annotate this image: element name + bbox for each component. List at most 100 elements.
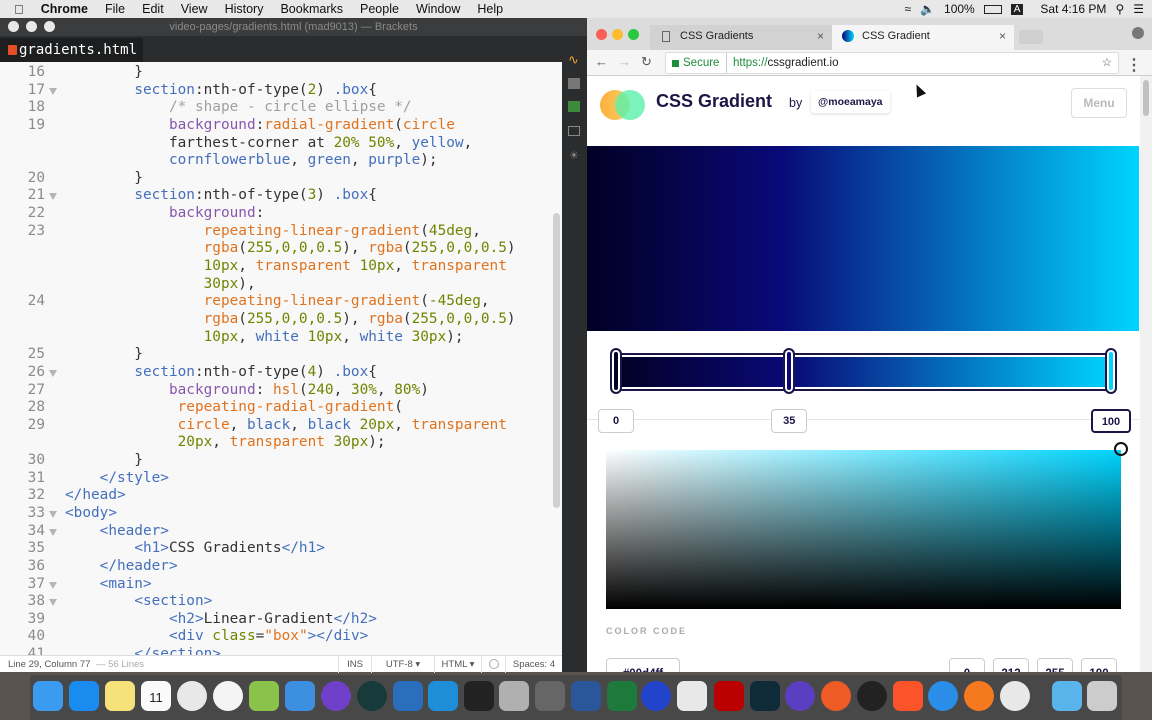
code-line[interactable]: 26 section:nth-of-type(4) .box{ <box>0 364 562 382</box>
indent-spaces[interactable]: Spaces: 4 <box>505 656 562 673</box>
alpha-input[interactable]: 100 <box>1081 658 1117 672</box>
chrome-close-button[interactable] <box>596 29 607 40</box>
dock-word-icon[interactable] <box>571 681 601 711</box>
extension-manager-icon[interactable] <box>568 78 580 89</box>
gradient-stop-handle[interactable] <box>610 348 622 394</box>
encoding-select[interactable]: UTF-8 ▾ <box>371 656 434 673</box>
author-link[interactable]: @moeamaya <box>811 91 890 113</box>
dock-sequel-pro-icon[interactable] <box>535 681 565 711</box>
tab-css-gradient[interactable]: CSS Gradient × <box>832 25 1014 50</box>
code-line[interactable]: 35 <h1>CSS Gradients</h1> <box>0 540 562 558</box>
code-line[interactable]: 40 <div class="box"></div> <box>0 628 562 646</box>
close-window-button[interactable] <box>8 21 19 32</box>
code-line[interactable]: 16 } <box>0 64 562 82</box>
bookmark-star-icon[interactable]: ☆ <box>1102 53 1112 73</box>
new-tab-button[interactable] <box>1019 30 1043 44</box>
menu-app-name[interactable]: Chrome <box>32 2 96 16</box>
dock-brackets-icon[interactable] <box>428 681 458 711</box>
code-line[interactable]: farthest-corner at 20% 50%, yellow, <box>0 135 562 153</box>
dock-calendar-icon[interactable]: 11 <box>141 681 171 711</box>
code-line[interactable]: 36 </header> <box>0 558 562 576</box>
code-line[interactable]: 10px, transparent 10px, transparent <box>0 258 562 276</box>
code-line[interactable]: 22 background: <box>0 205 562 223</box>
fold-toggle-icon[interactable] <box>49 193 57 201</box>
code-line[interactable]: rgba(255,0,0,0.5), rgba(255,0,0,0.5) <box>0 240 562 258</box>
insert-mode[interactable]: INS <box>338 656 371 673</box>
dock-brave-icon[interactable] <box>893 681 923 711</box>
chrome-menu-icon[interactable]: ⋮ <box>1126 55 1142 75</box>
dock-postman-icon[interactable] <box>821 681 851 711</box>
file-tab-gradients-html[interactable]: gradients.html <box>0 38 143 62</box>
code-line[interactable]: 20 } <box>0 170 562 188</box>
bulb-icon[interactable]: ☀ <box>569 149 579 162</box>
live-preview-icon[interactable]: ∿ <box>568 52 579 68</box>
code-line[interactable]: 34 <header> <box>0 523 562 541</box>
menu-help[interactable]: Help <box>469 2 512 16</box>
code-line[interactable]: 24 repeating-linear-gradient(-45deg, <box>0 293 562 311</box>
dock-chrome-icon[interactable] <box>177 681 207 711</box>
fold-toggle-icon[interactable] <box>49 511 57 518</box>
code-line[interactable]: cornflowerblue, green, purple); <box>0 152 562 170</box>
code-line[interactable]: 30 } <box>0 452 562 470</box>
code-line[interactable]: 17 section:nth-of-type(2) .box{ <box>0 82 562 100</box>
wifi-icon[interactable]: ≈ <box>904 2 911 16</box>
code-line[interactable]: 25 } <box>0 346 562 364</box>
dock-photoshop-icon[interactable] <box>750 681 780 711</box>
dock-safari-icon[interactable] <box>928 681 958 711</box>
menu-bookmarks[interactable]: Bookmarks <box>272 2 352 16</box>
chrome-zoom-button[interactable] <box>628 29 639 40</box>
dock-xcode-icon[interactable] <box>285 681 315 711</box>
menu-window[interactable]: Window <box>407 2 468 16</box>
page-scrollbar[interactable] <box>1140 76 1152 672</box>
notification-center-icon[interactable]: ☰ <box>1133 2 1144 16</box>
dock-filezilla-icon[interactable] <box>714 681 744 711</box>
code-line[interactable]: 21 section:nth-of-type(3) .box{ <box>0 187 562 205</box>
fold-toggle-icon[interactable] <box>49 599 57 607</box>
code-line[interactable]: 23 repeating-linear-gradient(45deg, <box>0 223 562 241</box>
dock-firefox-icon[interactable] <box>964 681 994 711</box>
stop-position-input[interactable]: 100 <box>1091 409 1131 433</box>
menu-view[interactable]: View <box>172 2 216 16</box>
spotlight-icon[interactable]: ⚲ <box>1115 2 1124 16</box>
fold-toggle-icon[interactable] <box>49 87 57 95</box>
dock-terminal-icon[interactable] <box>464 681 494 711</box>
code-line[interactable]: 31 </style> <box>0 470 562 488</box>
dock-app-store-icon[interactable] <box>69 681 99 711</box>
code-line[interactable]: 18 /* shape - circle ellipse */ <box>0 99 562 117</box>
menu-edit[interactable]: Edit <box>134 2 173 16</box>
apple-icon[interactable]:  <box>0 2 32 17</box>
dock-trash-icon[interactable] <box>1087 681 1117 711</box>
gradient-stop-handle[interactable] <box>783 348 796 394</box>
chrome-minimize-button[interactable] <box>612 29 623 40</box>
menu-button[interactable]: Menu <box>1071 88 1127 118</box>
color-picker-handle[interactable] <box>1114 442 1128 456</box>
close-tab-icon[interactable]: × <box>999 25 1006 48</box>
dock-notes-icon[interactable] <box>105 681 135 711</box>
code-line[interactable]: 41 </section> <box>0 646 562 655</box>
dock-slack-icon[interactable] <box>677 681 707 711</box>
dock-github-desktop-icon[interactable] <box>321 681 351 711</box>
hex-input[interactable]: #00d4ff <box>606 658 680 672</box>
dock-vscode-icon[interactable] <box>393 681 423 711</box>
menu-people[interactable]: People <box>352 2 408 16</box>
minimize-window-button[interactable] <box>26 21 37 32</box>
menu-file[interactable]: File <box>96 2 133 16</box>
close-tab-icon[interactable]: × <box>817 25 824 48</box>
dock-calculator-icon[interactable] <box>499 681 529 711</box>
dock-gitkraken-icon[interactable] <box>357 681 387 711</box>
profile-icon[interactable] <box>1132 27 1144 39</box>
tab-css-gradients[interactable]: CSS Gradients × <box>650 25 832 50</box>
dock-nightowl-icon[interactable] <box>785 681 815 711</box>
stop-position-input[interactable]: 35 <box>771 409 808 433</box>
green-input[interactable]: 212 <box>993 658 1029 672</box>
editor-scrollbar[interactable] <box>553 213 560 508</box>
code-line[interactable]: 38 <section> <box>0 593 562 611</box>
gradient-stop-handle[interactable] <box>1105 348 1117 394</box>
code-line[interactable]: 28 repeating-radial-gradient( <box>0 399 562 417</box>
forward-button[interactable]: → <box>618 54 631 69</box>
menu-history[interactable]: History <box>216 2 272 16</box>
dock-downloads-icon[interactable] <box>1052 681 1082 711</box>
volume-icon[interactable]: 🔈 <box>920 2 935 16</box>
code-line[interactable]: 29 circle, black, black 20px, transparen… <box>0 417 562 435</box>
code-line[interactable]: 39 <h2>Linear-Gradient</h2> <box>0 611 562 629</box>
